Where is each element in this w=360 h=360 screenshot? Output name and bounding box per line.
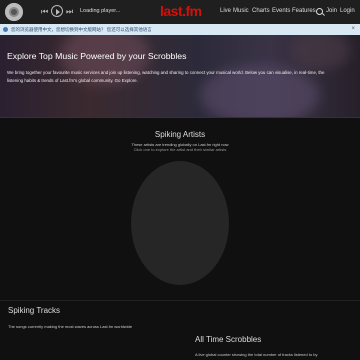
previous-track-icon[interactable]: ⏮ xyxy=(41,6,48,18)
lastfm-logo[interactable]: last.fm xyxy=(160,3,202,19)
nav-charts[interactable]: Charts xyxy=(252,8,270,14)
hero-description: We bring together your favourite music s… xyxy=(7,70,325,83)
spiking-artists-hint: Click one to explore the artist and thei… xyxy=(133,147,227,152)
next-track-icon[interactable]: ⏭ xyxy=(66,6,73,18)
top-bar: ⏮ ⏭ Loading player... last.fm Live Music… xyxy=(0,0,360,24)
nav-features[interactable]: Features xyxy=(292,8,316,14)
search-icon[interactable] xyxy=(316,8,323,15)
hero-title: Explore Top Music Powered by your Scrobb… xyxy=(7,51,187,61)
nav-music[interactable]: Music xyxy=(233,8,249,14)
record-logo-icon[interactable] xyxy=(5,3,23,21)
close-icon[interactable]: × xyxy=(351,24,355,35)
all-time-scrobbles-title: All Time Scrobbles xyxy=(195,335,262,344)
artist-bubble-visualization[interactable] xyxy=(131,161,229,285)
spiking-tracks-subtitle: The songs currently making the most wave… xyxy=(8,324,133,329)
language-notice: 您的浏览器使用中文，您想切换到中文版网站？ 您还可以选择其他语言 × xyxy=(0,24,360,35)
notice-text[interactable]: 您的浏览器使用中文，您想切换到中文版网站？ 您还可以选择其他语言 xyxy=(11,24,152,35)
section-divider xyxy=(0,117,360,118)
join-link[interactable]: Join xyxy=(326,8,337,14)
play-button[interactable] xyxy=(51,5,63,17)
info-icon xyxy=(3,27,8,32)
spiking-tracks-title: Spiking Tracks xyxy=(8,306,61,315)
all-time-scrobbles-subtitle: A live global counter showing the total … xyxy=(195,352,318,357)
nav-events[interactable]: Events xyxy=(272,8,290,14)
hero-banner: Explore Top Music Powered by your Scrobb… xyxy=(0,35,360,117)
login-link[interactable]: Login xyxy=(340,8,355,14)
section-divider xyxy=(0,300,360,301)
nav-live[interactable]: Live xyxy=(220,8,231,14)
spiking-artists-title: Spiking Artists xyxy=(154,130,206,139)
player-status: Loading player... xyxy=(80,8,121,14)
